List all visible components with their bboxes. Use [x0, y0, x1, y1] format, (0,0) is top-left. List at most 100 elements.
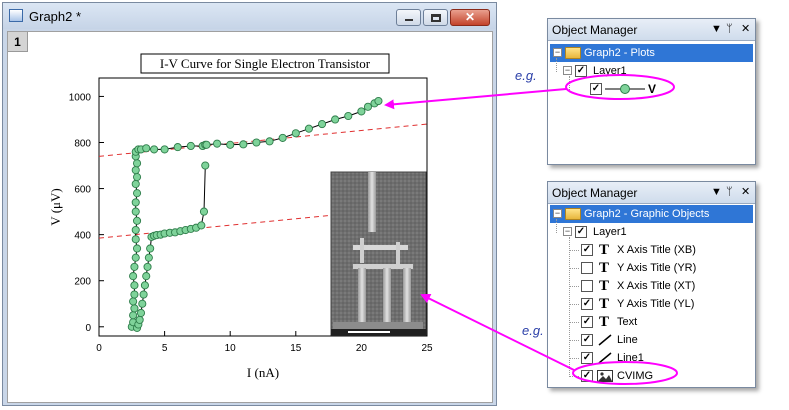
- object-manager-header[interactable]: Object Manager ▼ ᛘ ✕: [548, 19, 755, 41]
- data-point: [131, 198, 140, 207]
- folder-icon: [565, 208, 581, 220]
- tree-item-graphic-object[interactable]: ✓ Line: [569, 331, 746, 349]
- tree-item-graph2-plots[interactable]: − Graph2 - Plots: [550, 44, 753, 62]
- visibility-checkbox[interactable]: ✓: [581, 334, 593, 346]
- x-tick-label: 5: [162, 343, 168, 354]
- object-manager-header[interactable]: Object Manager ▼ ᛘ ✕: [548, 182, 755, 204]
- data-point: [140, 281, 149, 290]
- data-point: [138, 299, 147, 308]
- x-tick-label: 15: [290, 343, 302, 354]
- data-point: [160, 145, 169, 154]
- data-point: [173, 143, 182, 152]
- tree-item-label: V: [648, 82, 657, 96]
- chart-title-box[interactable]: I-V Curve for Single Electron Transistor: [140, 53, 390, 74]
- data-point: [142, 272, 151, 281]
- tree-item-label: Layer1: [593, 65, 627, 77]
- tree-item-graphic-object[interactable]: ✓ T Text: [569, 313, 746, 331]
- data-point: [131, 225, 140, 235]
- data-point: [139, 290, 148, 299]
- visibility-checkbox[interactable]: ✓: [581, 316, 593, 328]
- tree-item-layer1[interactable]: − ✓ Layer1: [563, 223, 743, 241]
- visibility-checkbox[interactable]: ✓: [581, 370, 593, 382]
- data-point: [131, 166, 140, 175]
- tree-item-label: Graph2 - Graphic Objects: [584, 208, 710, 220]
- tree-item-graphic-object[interactable]: ✓ Line1: [569, 349, 746, 367]
- graph-window-icon: [9, 9, 23, 22]
- data-point: [129, 297, 138, 306]
- visibility-checkbox[interactable]: [581, 262, 593, 274]
- pin-icon[interactable]: ᛘ: [726, 23, 733, 35]
- x-axis-title[interactable]: I (nA): [247, 365, 279, 380]
- graph-page[interactable]: I-V Curve for Single Electron Transistor…: [7, 31, 493, 403]
- graph-title-bar[interactable]: Graph2 * ✕: [3, 3, 496, 29]
- image-icon: [597, 370, 613, 382]
- tree-item-graphic-object[interactable]: ✓ T Y Axis Title (YL): [569, 295, 746, 313]
- visibility-checkbox[interactable]: ✓: [581, 352, 593, 364]
- close-button[interactable]: ✕: [450, 9, 490, 26]
- close-icon: ✕: [464, 10, 476, 24]
- y-tick-label: 1000: [69, 92, 92, 103]
- tree-item-label: Line1: [617, 352, 644, 364]
- y-axis-title[interactable]: V (μV): [48, 188, 63, 225]
- data-point: [199, 207, 209, 216]
- data-point: [129, 272, 138, 281]
- visibility-checkbox[interactable]: ✓: [581, 298, 593, 310]
- data-point: [213, 139, 222, 148]
- data-point: [291, 129, 300, 138]
- plot-area[interactable]: I-V Curve for Single Electron Transistor…: [8, 32, 492, 402]
- minimize-button[interactable]: [396, 9, 421, 26]
- x-tick-label: 0: [96, 343, 102, 354]
- data-point: [239, 140, 248, 149]
- data-point: [146, 244, 155, 253]
- tree-item-graphic-object[interactable]: ✓ CVIMG: [569, 367, 746, 385]
- collapse-icon[interactable]: −: [553, 209, 562, 218]
- layer-tab[interactable]: 1: [8, 32, 28, 52]
- dropdown-icon[interactable]: ▼: [711, 23, 722, 35]
- data-point: [202, 140, 211, 149]
- tree-item-graphic-object[interactable]: ✓ T X Axis Title (XB): [569, 241, 746, 259]
- object-manager-title: Object Manager: [552, 186, 638, 200]
- layer1-checkbox[interactable]: ✓: [575, 226, 587, 238]
- y-tick-label: 200: [74, 277, 91, 288]
- data-point: [130, 281, 139, 290]
- data-point: [142, 144, 151, 153]
- minimize-icon: [405, 19, 413, 21]
- dropdown-icon[interactable]: ▼: [711, 186, 722, 198]
- tree-item-layer1[interactable]: − ✓ Layer1: [563, 62, 743, 80]
- data-point: [344, 111, 353, 121]
- layer1-checkbox[interactable]: ✓: [575, 65, 587, 77]
- maximize-icon: [431, 14, 441, 22]
- visibility-checkbox[interactable]: [581, 280, 593, 292]
- maximize-button[interactable]: [423, 9, 448, 26]
- object-manager-plots-panel: Object Manager ▼ ᛘ ✕ − Graph2 - Plots − …: [547, 18, 756, 165]
- data-point: [150, 145, 159, 154]
- tree-item-graph2-graphic-objects[interactable]: − Graph2 - Graphic Objects: [550, 205, 753, 223]
- text-icon: T: [599, 260, 610, 276]
- tree-item-label: Y Axis Title (YL): [617, 298, 695, 310]
- collapse-icon[interactable]: −: [563, 66, 572, 75]
- collapse-icon[interactable]: −: [553, 48, 562, 57]
- sem-inset-image[interactable]: [330, 171, 427, 336]
- pin-icon[interactable]: ᛘ: [726, 186, 733, 198]
- data-point: [265, 137, 274, 146]
- data-point: [131, 235, 140, 244]
- data-point: [186, 141, 195, 151]
- graph-window-title: Graph2 *: [29, 9, 82, 24]
- data-point: [135, 315, 144, 324]
- data-point: [136, 308, 146, 318]
- plot-v-checkbox[interactable]: ✓: [590, 83, 602, 95]
- data-point: [132, 173, 142, 182]
- tree-item-plot-v[interactable]: ✓ V: [576, 80, 676, 98]
- tree-item-graphic-object[interactable]: T X Axis Title (XT): [569, 277, 746, 295]
- data-point: [357, 107, 366, 116]
- close-icon[interactable]: ✕: [741, 23, 750, 35]
- folder-icon: [565, 47, 581, 59]
- data-point: [130, 304, 139, 313]
- tree-item-label: CVIMG: [617, 370, 654, 382]
- tree-item-graphic-object[interactable]: T Y Axis Title (YR): [569, 259, 746, 277]
- x-tick-label: 10: [225, 343, 237, 354]
- data-point: [132, 189, 142, 198]
- close-icon[interactable]: ✕: [741, 186, 750, 198]
- collapse-icon[interactable]: −: [563, 227, 572, 236]
- visibility-checkbox[interactable]: ✓: [581, 244, 593, 256]
